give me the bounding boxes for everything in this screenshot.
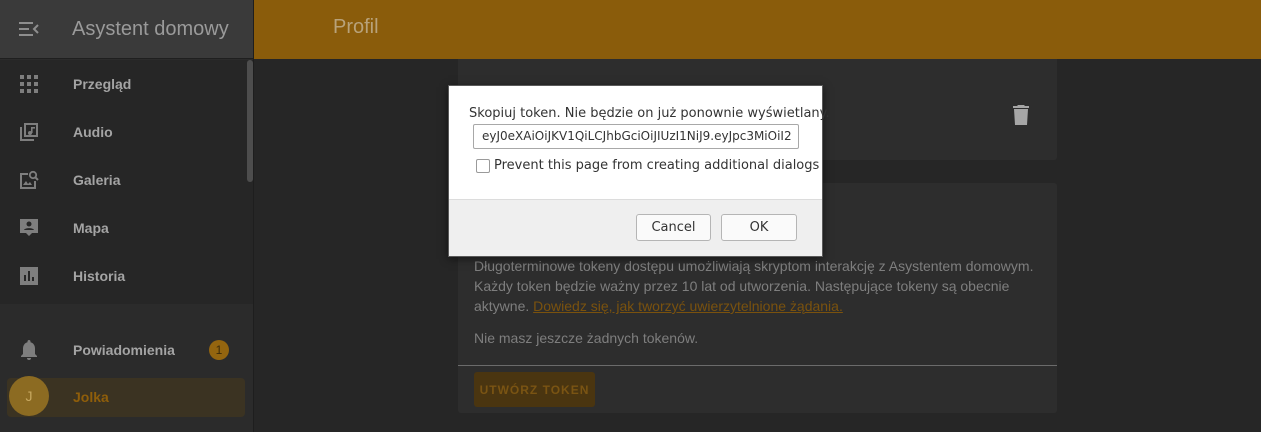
prevent-dialogs-label[interactable]: Prevent this page from creating addition… — [494, 158, 819, 173]
learn-auth-requests-link[interactable]: Dowiedz się, jak tworzyć uwierzytelnione… — [533, 298, 843, 314]
create-token-button[interactable]: UTWÓRZ TOKEN — [474, 372, 595, 407]
tokens-description: Długoterminowe tokeny dostępu umożliwiaj… — [474, 256, 1049, 316]
menu-collapse-icon — [19, 22, 39, 36]
grid-icon — [0, 60, 58, 108]
app-title: Asystent domowy — [72, 17, 229, 40]
prevent-dialogs-checkbox[interactable] — [476, 158, 490, 173]
page-title: Profil — [333, 16, 379, 38]
music-library-icon — [0, 108, 58, 156]
card-divider — [458, 365, 1057, 366]
sidebar-item-label: Audio — [73, 124, 113, 140]
top-app-bar: Profil — [254, 0, 1261, 59]
ok-button[interactable]: OK — [721, 214, 797, 241]
sidebar-item-label: Historia — [73, 268, 126, 284]
prevent-dialogs-row: Prevent this page from creating addition… — [476, 158, 819, 173]
user-name: Jolka — [73, 389, 109, 405]
sidebar-item-mapa[interactable]: Mapa — [0, 204, 253, 252]
avatar: J — [9, 376, 49, 416]
notification-count-badge: 1 — [209, 340, 229, 360]
sidebar-item-label: Przegląd — [73, 76, 132, 92]
bar-chart-icon — [0, 252, 58, 300]
sidebar-item-label: Galeria — [73, 172, 121, 188]
notifications-button[interactable]: Powiadomienia 1 — [0, 326, 253, 374]
image-search-icon — [0, 156, 58, 204]
trash-icon[interactable] — [1013, 105, 1029, 125]
user-profile-item[interactable]: J Jolka — [7, 376, 245, 417]
sidebar-nav: Przegląd Audio Galeria Mapa Historia — [0, 60, 253, 304]
sidebar-item-historia[interactable]: Historia — [0, 252, 253, 300]
empty-tokens-text: Nie masz jeszcze żadnych tokenów. — [474, 330, 699, 346]
menu-toggle-button[interactable] — [0, 0, 58, 59]
sidebar-item-przeglad[interactable]: Przegląd — [0, 60, 253, 108]
sidebar-header: Asystent domowy — [0, 0, 253, 59]
notifications-label: Powiadomienia — [73, 342, 175, 358]
cancel-button[interactable]: Cancel — [636, 214, 711, 241]
copy-token-dialog: Skopiuj token. Nie będzie on już ponowni… — [448, 85, 830, 257]
sidebar-scrollbar[interactable] — [247, 60, 253, 182]
dialog-footer: Cancel OK — [449, 199, 822, 256]
bell-icon — [0, 326, 58, 374]
token-input[interactable]: eyJ0eXAiOiJKV1QiLCJhbGciOiJIUzI1NiJ9.eyJ… — [473, 124, 799, 149]
sidebar: Asystent domowy Przegląd Audio Galeria M… — [0, 0, 254, 432]
sidebar-item-galeria[interactable]: Galeria — [0, 156, 253, 204]
account-box-icon — [0, 204, 58, 252]
sidebar-item-label: Mapa — [73, 220, 109, 236]
sidebar-footer: Powiadomienia 1 J Jolka — [0, 305, 253, 432]
sidebar-item-audio[interactable]: Audio — [0, 108, 253, 156]
dialog-message: Skopiuj token. Nie będzie on już ponowni… — [469, 106, 830, 121]
